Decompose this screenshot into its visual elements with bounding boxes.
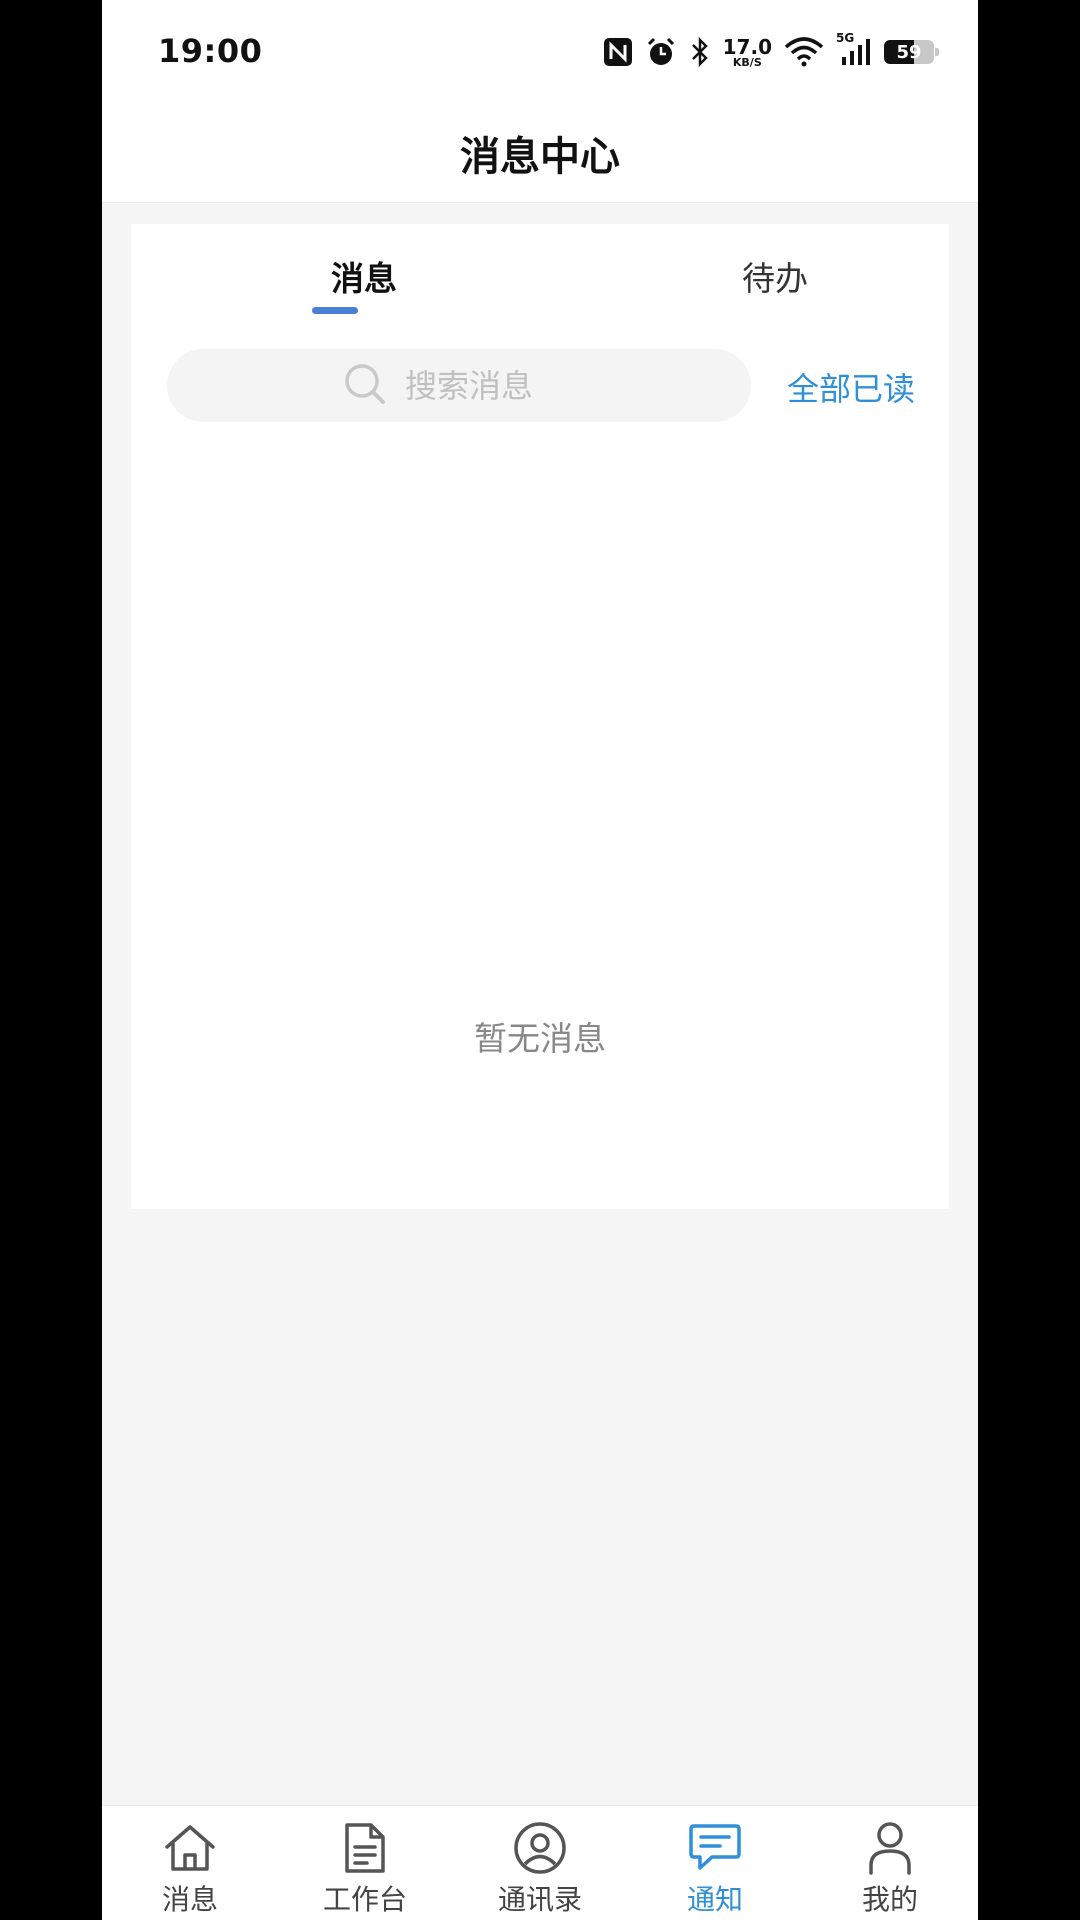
page-title: 消息中心 bbox=[460, 134, 620, 180]
bottom-nav: 消息 工作台 通讯录 通知 我的 bbox=[102, 1805, 978, 1920]
empty-state-text: 暂无消息 bbox=[474, 1019, 606, 1058]
nav-label-contacts: 通讯录 bbox=[497, 1883, 582, 1916]
search-icon bbox=[343, 362, 387, 410]
mark-all-read-button[interactable]: 全部已读 bbox=[787, 364, 915, 410]
contacts-icon bbox=[512, 1820, 568, 1876]
signal-icon: 5G bbox=[836, 31, 872, 67]
net-speed: 17.0 KB/S bbox=[723, 37, 772, 68]
nav-label-workbench: 工作台 bbox=[322, 1883, 407, 1916]
wifi-icon bbox=[784, 37, 824, 67]
net-speed-unit: KB/S bbox=[732, 55, 762, 69]
nav-item-workbench[interactable]: 工作台 bbox=[277, 1806, 453, 1920]
nav-item-contacts[interactable]: 通讯录 bbox=[452, 1806, 628, 1920]
nav-item-messages[interactable]: 消息 bbox=[102, 1806, 278, 1920]
bluetooth-icon bbox=[689, 36, 711, 68]
nav-label-me: 我的 bbox=[861, 1883, 918, 1916]
network-type: 5G bbox=[836, 31, 855, 45]
phone-screen: 19:00 17.0 KB/S 5G 59 消息中心 消息 待办 搜索消息 全部… bbox=[102, 0, 978, 1920]
nav-item-notifications[interactable]: 通知 bbox=[627, 1806, 803, 1920]
message-card: 消息 待办 全部已读 暂无消息 bbox=[131, 224, 949, 1209]
nfc-icon bbox=[603, 37, 633, 67]
nav-label-notifications: 通知 bbox=[686, 1883, 743, 1916]
tab-messages[interactable]: 消息 bbox=[264, 252, 464, 300]
home-icon bbox=[162, 1820, 218, 1876]
net-speed-value: 17.0 bbox=[722, 34, 772, 59]
tab-todo[interactable]: 待办 bbox=[675, 252, 875, 300]
nav-label-messages: 消息 bbox=[161, 1883, 218, 1916]
document-icon bbox=[337, 1820, 393, 1876]
tab-indicator bbox=[312, 307, 358, 314]
search-input[interactable] bbox=[405, 366, 575, 405]
battery-icon: 59 bbox=[884, 40, 939, 64]
header: 消息中心 bbox=[102, 104, 978, 203]
nav-item-me[interactable]: 我的 bbox=[802, 1806, 978, 1920]
status-bar: 19:00 17.0 KB/S 5G 59 bbox=[102, 0, 978, 104]
person-icon bbox=[862, 1820, 918, 1876]
battery-level: 59 bbox=[896, 41, 922, 63]
chat-bubble-icon bbox=[687, 1820, 743, 1876]
status-time: 19:00 bbox=[158, 32, 263, 70]
search-box[interactable] bbox=[167, 349, 751, 422]
alarm-icon bbox=[645, 36, 677, 68]
status-icons: 17.0 KB/S 5G 59 bbox=[603, 31, 939, 72]
